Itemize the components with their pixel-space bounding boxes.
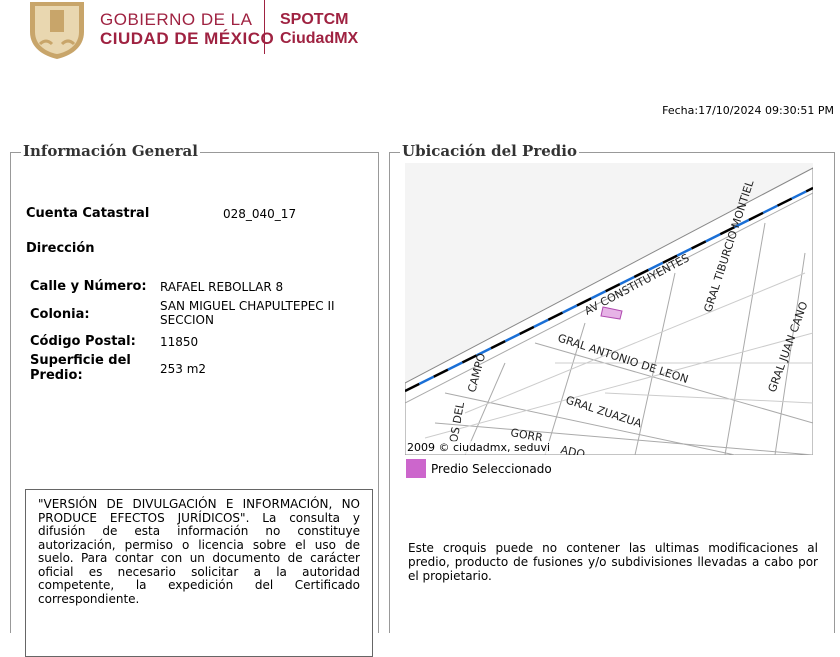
header-divider <box>264 0 265 54</box>
colonia-label: Colonia: <box>30 307 90 322</box>
legend-label: Predio Seleccionado <box>431 461 552 476</box>
superficie-label: Superficie del Predio: <box>30 353 131 383</box>
calle-label: Calle y Número: <box>30 279 147 294</box>
legend-swatch <box>406 459 426 478</box>
cp-value: 11850 <box>160 335 199 349</box>
map-legend: Predio Seleccionado <box>406 459 552 478</box>
ubicacion-panel: Ubicación del Predio AV CONSTITUYENTES G… <box>389 142 835 633</box>
colonia-value: SAN MIGUEL CHAPULTEPEC II SECCION <box>160 299 335 327</box>
panel-title: Información General <box>21 142 200 160</box>
superficie-value: 253 m2 <box>160 362 207 376</box>
cdmx-shield-logo <box>30 2 84 59</box>
cuenta-label: Cuenta Catastral <box>26 206 150 221</box>
spotcm-wordmark: SPOTCM CiudadMX <box>280 11 359 47</box>
map-note: Este croquis puede no contener las ultim… <box>408 541 818 583</box>
disclaimer-box: "VERSIÓN DE DIVULGACIÓN E INFORMACIÓN, N… <box>25 489 373 657</box>
panel-title: Ubicación del Predio <box>400 142 579 160</box>
location-map[interactable]: AV CONSTITUYENTES GRAL TIBURCIO MONTIEL … <box>405 163 813 455</box>
map-copyright: 2009 © ciudadmx, seduvi <box>407 441 551 454</box>
direccion-label: Dirección <box>26 241 95 256</box>
calle-value: RAFAEL REBOLLAR 8 <box>160 280 284 294</box>
cp-label: Código Postal: <box>30 334 136 349</box>
cuenta-value: 028_040_17 <box>223 207 297 221</box>
fecha-timestamp: Fecha:17/10/2024 09:30:51 PM <box>662 104 834 117</box>
map-drawing: AV CONSTITUYENTES GRAL TIBURCIO MONTIEL … <box>405 167 813 455</box>
informacion-general-panel: Información General Cuenta Catastral 028… <box>10 142 379 657</box>
gobierno-cdmx-wordmark: GOBIERNO DE LA CIUDAD DE MÉXICO <box>100 10 275 48</box>
